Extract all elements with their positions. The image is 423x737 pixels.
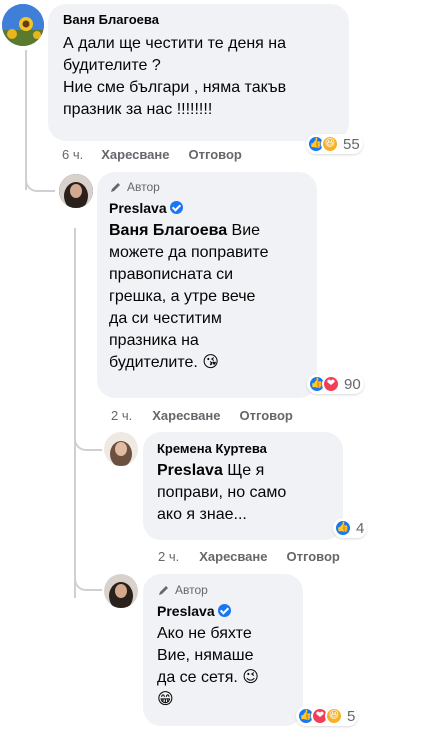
pencil-icon bbox=[111, 182, 120, 192]
avatar-kremena[interactable] bbox=[104, 432, 138, 466]
laughing-face-icon: 😆 bbox=[325, 707, 343, 725]
reply-text: Ваня Благоева Вие можете да поправите пр… bbox=[109, 222, 269, 371]
reactions-comment-1[interactable]: 👍 😆 55 bbox=[306, 134, 363, 154]
reply-button[interactable]: Отговор bbox=[189, 147, 242, 162]
like-button[interactable]: Харесване bbox=[199, 549, 267, 564]
pencil-icon bbox=[159, 585, 168, 595]
reply-actions: 2 ч. Харесване Отговор bbox=[111, 408, 293, 423]
like-button[interactable]: Харесване bbox=[101, 147, 169, 162]
thread-line-replies bbox=[74, 228, 76, 598]
reaction-count: 55 bbox=[343, 135, 360, 153]
thread-connector-reply-2 bbox=[74, 425, 102, 451]
reply-bubble-kremena: Кремена Куртева Preslava Ще я поправи, н… bbox=[143, 432, 343, 540]
comment-author-name[interactable]: Ваня Благоева bbox=[63, 12, 337, 27]
avatar-preslava[interactable] bbox=[59, 174, 93, 208]
comment-text: А дали ще честити те деня на будителите … bbox=[63, 35, 287, 118]
reactions-reply-1[interactable]: 👍 ❤ 90 bbox=[307, 374, 364, 394]
reply-bubble-preslava: Автор Preslava Ваня Благоева Вие можете … bbox=[97, 172, 317, 398]
profile-photo-image bbox=[59, 174, 93, 208]
reactions-reply-2[interactable]: 👍 4 bbox=[333, 518, 368, 538]
reactions-reply-3[interactable]: 👍 ❤ 😆 5 bbox=[296, 706, 359, 726]
reply-bubble-preslava-2: Автор Preslava Ако не бяхте Вие, нямаше … bbox=[143, 574, 303, 726]
mention-link[interactable]: Ваня Благоева bbox=[109, 222, 227, 239]
author-badge: Автор bbox=[109, 180, 305, 194]
reaction-count: 5 bbox=[347, 707, 356, 725]
avatar-vanya[interactable] bbox=[2, 4, 44, 46]
reply-actions: 2 ч. Харесване Отговор bbox=[158, 549, 340, 564]
reply-text: Preslava Ще я поправи, но само ако я зна… bbox=[157, 462, 287, 523]
heart-icon: ❤ bbox=[322, 375, 340, 393]
timestamp[interactable]: 2 ч. bbox=[111, 408, 132, 423]
comment-actions: 6 ч. Харесване Отговор bbox=[62, 147, 242, 162]
profile-photo-image bbox=[104, 432, 138, 466]
thread-connector-reply-3 bbox=[74, 565, 102, 591]
timestamp[interactable]: 2 ч. bbox=[158, 549, 179, 564]
like-button[interactable]: Харесване bbox=[152, 408, 220, 423]
sunflower-avatar-image bbox=[2, 4, 44, 46]
timestamp[interactable]: 6 ч. bbox=[62, 147, 83, 162]
verified-check-icon bbox=[169, 201, 183, 214]
mention-link[interactable]: Preslava bbox=[157, 462, 223, 479]
reply-author-name[interactable]: Preslava bbox=[157, 603, 291, 619]
reply-button[interactable]: Отговор bbox=[287, 549, 340, 564]
profile-photo-image bbox=[104, 574, 138, 608]
thumbs-up-icon: 👍 bbox=[334, 519, 352, 537]
verified-check-icon bbox=[217, 604, 231, 617]
reaction-count: 4 bbox=[356, 519, 365, 537]
wink-emoji: 😉 bbox=[242, 669, 259, 686]
author-badge: Автор bbox=[157, 583, 291, 597]
reply-author-name[interactable]: Кремена Куртева bbox=[157, 441, 331, 456]
avatar-preslava[interactable] bbox=[104, 574, 138, 608]
kiss-emoji: 😘 bbox=[202, 354, 219, 371]
reply-text: Ако не бяхте Вие, нямаше да се сетя. 😉 😁 bbox=[157, 625, 259, 708]
laughing-face-icon: 😆 bbox=[321, 135, 339, 153]
reply-author-name[interactable]: Preslava bbox=[109, 200, 305, 216]
thread-connector-reply-1 bbox=[25, 160, 55, 192]
reaction-count: 90 bbox=[344, 375, 361, 393]
reply-button[interactable]: Отговор bbox=[240, 408, 293, 423]
grin-emoji: 😁 bbox=[157, 691, 174, 708]
comment-bubble-vanya: Ваня Благоева А дали ще честити те деня … bbox=[48, 4, 349, 141]
